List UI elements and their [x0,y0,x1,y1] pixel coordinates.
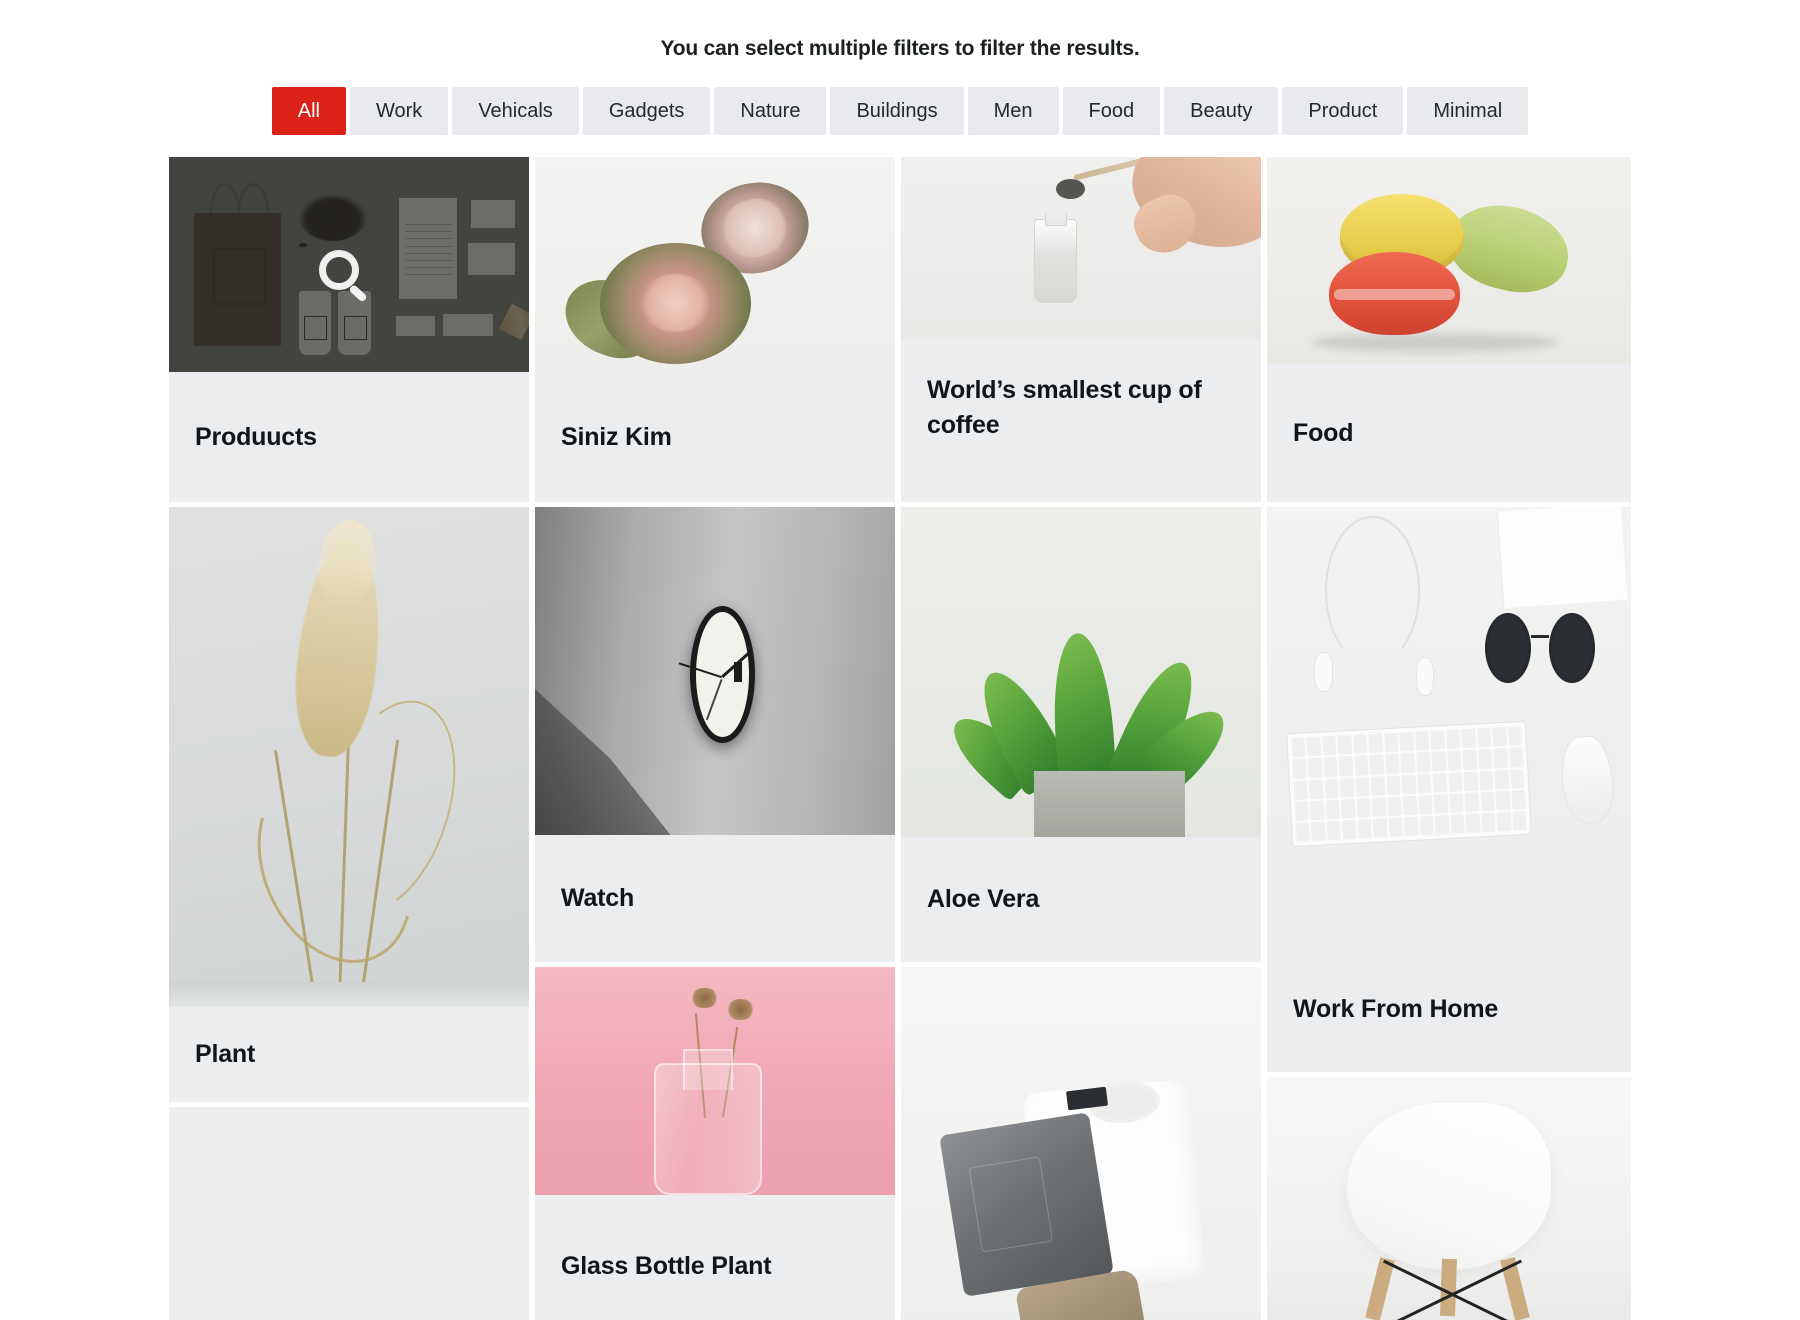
gallery-thumbnail[interactable] [901,157,1261,340]
gallery-thumbnail[interactable] [169,507,529,1008]
gallery-thumbnail[interactable] [1267,507,1631,948]
filter-bar: All Work Vehicals Gadgets Nature Buildin… [0,87,1800,136]
gallery-thumbnail[interactable] [901,967,1261,1320]
filter-button-all[interactable]: All [271,87,346,136]
gallery-caption: Siniz Kim [535,372,895,502]
photo-white-chair [1267,1077,1631,1320]
gallery-card-title: Glass Bottle Plant [561,1251,772,1280]
gallery-card-plant[interactable]: Plant [169,507,529,1103]
gallery-caption: Aloe Vera [901,837,1261,962]
portfolio-gallery-page: You can select multiple filters to filte… [0,0,1800,1320]
filter-button-gadgets[interactable]: Gadgets [582,87,711,136]
gallery-card-title: Work From Home [1293,995,1499,1024]
gallery-caption: Food [1267,364,1631,502]
gallery-grid: Produucts Siniz Kim World’s smallest cup… [169,157,1631,1320]
photo-artichoke-roses [535,157,895,373]
photo-hand-spoon-bottle [901,157,1261,340]
filter-button-work[interactable]: Work [350,87,449,136]
filter-button-vehicals[interactable]: Vehicals [452,87,579,136]
gallery-card-clothes[interactable] [901,967,1261,1320]
photo-desk-flatlay [1267,507,1631,948]
gallery-card-title: Food [1293,418,1354,447]
gallery-caption: Work From Home [1267,947,1631,1072]
gallery-thumbnail[interactable] [535,507,895,836]
gallery-card-title: Watch [561,884,635,913]
gallery-caption: Glass Bottle Plant [535,1195,895,1320]
gallery-card-aloe-vera[interactable]: Aloe Vera [901,507,1261,963]
photo-succulent [901,507,1261,838]
filter-button-food[interactable]: Food [1062,87,1161,136]
gallery-card-chair[interactable] [1267,1077,1631,1320]
photo-wall-clock [535,507,895,836]
gallery-thumbnail[interactable] [901,507,1261,838]
gallery-thumbnail[interactable] [535,157,895,373]
gallery-card-produucts[interactable]: Produucts [169,157,529,503]
filter-button-minimal[interactable]: Minimal [1407,87,1529,136]
photo-tshirt-jeans-boots [901,967,1261,1320]
filter-button-buildings[interactable]: Buildings [830,87,964,136]
gallery-card-title: Plant [195,1040,256,1069]
gallery-card-food[interactable]: Food [1267,157,1631,503]
gallery-card-title: Produucts [195,422,317,451]
filter-button-men[interactable]: Men [967,87,1059,136]
gallery-card-siniz-kim[interactable]: Siniz Kim [535,157,895,503]
gallery-caption: Watch [535,835,895,962]
photo-pampas-grass [169,507,529,1008]
gallery-thumbnail[interactable] [169,157,529,373]
filter-button-beauty[interactable]: Beauty [1164,87,1279,136]
gallery-card-smallest-cup-of-coffee[interactable]: World’s smallest cup of coffee [901,157,1261,503]
gallery-thumbnail[interactable] [1267,157,1631,365]
gallery-card-title: Siniz Kim [561,422,672,451]
gallery-caption: World’s smallest cup of coffee [901,339,1261,502]
gallery-caption: Plant [169,1007,529,1102]
page-headline: You can select multiple filters to filte… [660,37,1140,60]
gallery-card-placeholder[interactable] [169,1107,529,1320]
photo-glass-jar-pink [535,967,895,1196]
search-icon[interactable] [319,249,373,304]
thumbnail-hover-overlay[interactable] [169,157,529,373]
filter-button-nature[interactable]: Nature [714,87,827,136]
photo-macarons [1267,157,1631,365]
gallery-card-watch[interactable]: Watch [535,507,895,963]
filter-button-product[interactable]: Product [1282,87,1404,136]
gallery-caption: Produucts [169,372,529,502]
gallery-thumbnail[interactable] [1267,1077,1631,1320]
gallery-card-work-from-home[interactable]: Work From Home [1267,507,1631,1073]
gallery-card-title: Aloe Vera [927,885,1040,914]
gallery-card-glass-bottle-plant[interactable]: Glass Bottle Plant [535,967,895,1320]
gallery-card-title: World’s smallest cup of coffee [927,376,1202,439]
gallery-thumbnail[interactable] [535,967,895,1196]
